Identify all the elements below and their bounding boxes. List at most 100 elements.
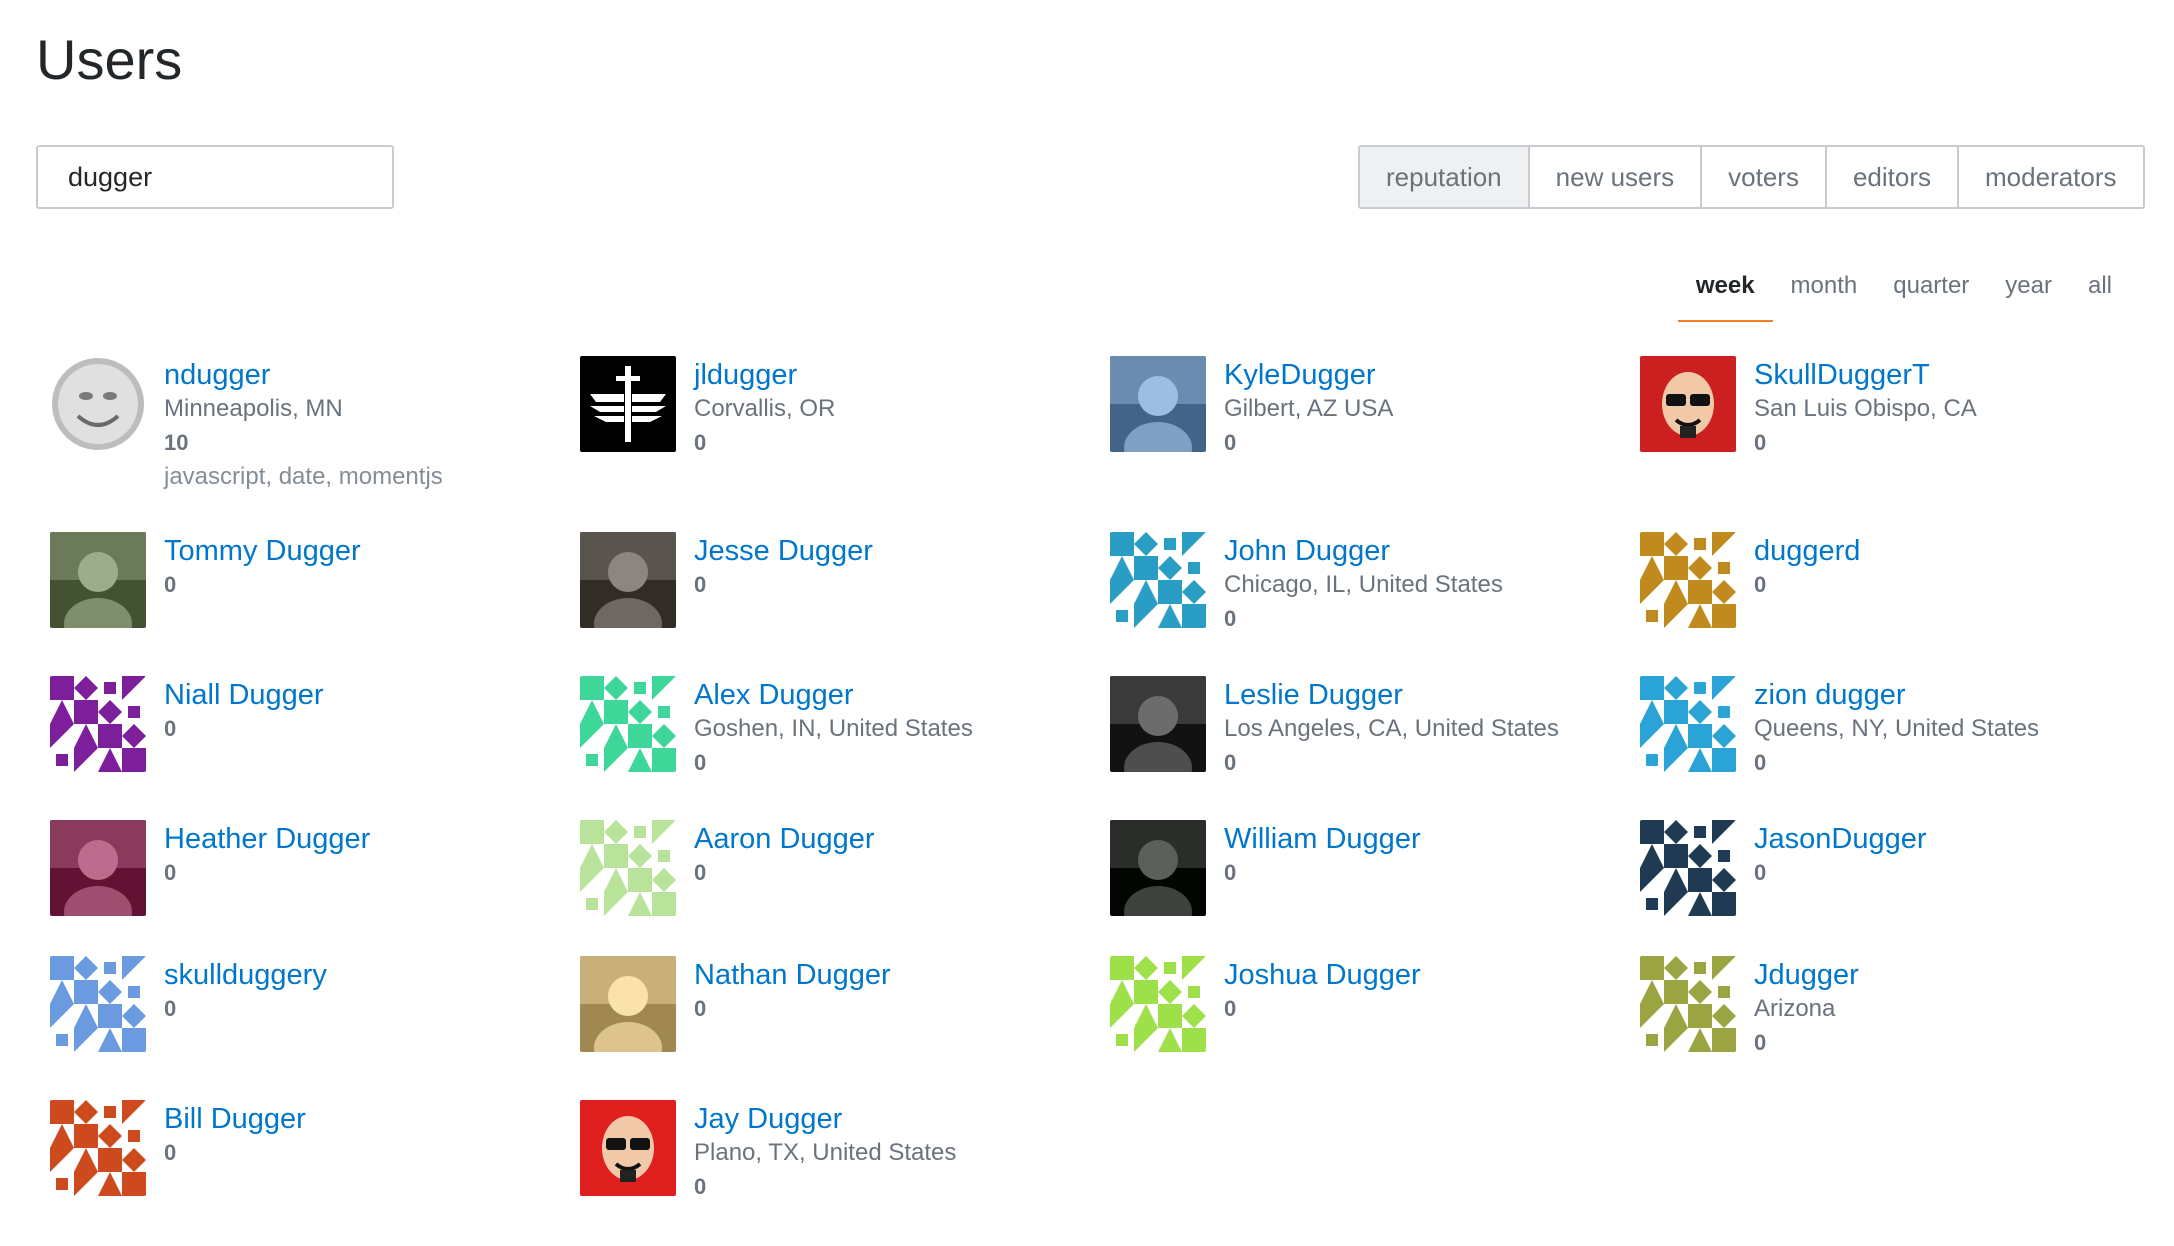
identicon-avatar[interactable] xyxy=(50,956,146,1052)
identicon-avatar[interactable] xyxy=(1110,956,1206,1052)
identicon-avatar[interactable] xyxy=(580,820,676,916)
user-name-link[interactable]: ndugger xyxy=(164,358,443,392)
user-name-link[interactable]: KyleDugger xyxy=(1224,358,1393,392)
filter-reputation-button[interactable]: reputation xyxy=(1360,147,1528,207)
user-grid: ndugger Minneapolis, MN 10 javascript, date… xyxy=(50,356,2160,1244)
user-card: Jay Dugger Plano, TX, United States 0 xyxy=(580,1100,1110,1244)
user-details: Heather Dugger 0 xyxy=(164,822,370,890)
photo-avatar[interactable] xyxy=(1110,676,1206,772)
tab-year[interactable]: year xyxy=(1987,268,2070,322)
photo-avatar[interactable] xyxy=(50,820,146,916)
user-card: Niall Dugger 0 xyxy=(50,676,580,820)
user-card: KyleDugger Gilbert, AZ USA 0 xyxy=(1110,356,1640,532)
user-details: Niall Dugger 0 xyxy=(164,678,324,746)
user-card: SkullDuggerT San Luis Obispo, CA 0 xyxy=(1640,356,2160,532)
filter-voters-button[interactable]: voters xyxy=(1700,147,1825,207)
user-details: KyleDugger Gilbert, AZ USA 0 xyxy=(1224,358,1393,460)
photo-avatar[interactable] xyxy=(1110,356,1206,452)
user-card: Jdugger Arizona 0 xyxy=(1640,956,2160,1100)
user-location: Corvallis, OR xyxy=(694,395,836,422)
user-name-link[interactable]: SkullDuggerT xyxy=(1754,358,1977,392)
user-details: jldugger Corvallis, OR 0 xyxy=(694,358,835,460)
user-location: San Luis Obispo, CA xyxy=(1754,395,1977,422)
filter-moderators-button[interactable]: moderators xyxy=(1957,147,2143,207)
user-name-link[interactable]: Heather Dugger xyxy=(164,822,370,856)
user-name-link[interactable]: Niall Dugger xyxy=(164,678,324,712)
user-card: Leslie Dugger Los Angeles, CA, United Sta… xyxy=(1110,676,1640,820)
user-name-link[interactable]: Jay Dugger xyxy=(694,1102,956,1136)
user-name-link[interactable]: zion dugger xyxy=(1754,678,2039,712)
user-details: ndugger Minneapolis, MN 10 javascript, date… xyxy=(164,358,443,494)
user-details: JasonDugger 0 xyxy=(1754,822,1927,890)
user-name-link[interactable]: duggerd xyxy=(1754,534,1860,568)
user-card: Aaron Dugger 0 xyxy=(580,820,1110,956)
user-reputation: 0 xyxy=(1754,860,1767,885)
user-card: ndugger Minneapolis, MN 10 javascript, date… xyxy=(50,356,580,532)
user-name-link[interactable]: skullduggery xyxy=(164,958,327,992)
tab-quarter[interactable]: quarter xyxy=(1875,268,1987,322)
user-name-link[interactable]: Leslie Dugger xyxy=(1224,678,1559,712)
tab-week[interactable]: week xyxy=(1677,268,1773,322)
users-page: Users reputationnew usersvoterseditorsmo… xyxy=(0,0,2174,1246)
user-name-link[interactable]: Aaron Dugger xyxy=(694,822,875,856)
user-details: Bill Dugger 0 xyxy=(164,1102,306,1170)
winged-sword-avatar[interactable] xyxy=(580,356,676,452)
user-location: Chicago, IL, United States xyxy=(1224,571,1503,598)
user-reputation: 0 xyxy=(164,572,177,597)
tab-all[interactable]: all xyxy=(2070,268,2130,322)
user-location: Arizona xyxy=(1754,995,1836,1022)
identicon-avatar[interactable] xyxy=(1110,532,1206,628)
user-details: Nathan Dugger 0 xyxy=(694,958,891,1026)
user-name-link[interactable]: Jesse Dugger xyxy=(694,534,873,568)
user-name-link[interactable]: William Dugger xyxy=(1224,822,1421,856)
user-name-link[interactable]: Nathan Dugger xyxy=(694,958,891,992)
user-reputation: 0 xyxy=(694,572,707,597)
photo-avatar[interactable] xyxy=(50,532,146,628)
photo-avatar[interactable] xyxy=(580,956,676,1052)
user-name-link[interactable]: jldugger xyxy=(694,358,835,392)
identicon-avatar[interactable] xyxy=(1640,820,1736,916)
cartoon-face-avatar[interactable] xyxy=(580,1100,676,1196)
user-name-link[interactable]: Joshua Dugger xyxy=(1224,958,1421,992)
user-card: JasonDugger 0 xyxy=(1640,820,2160,956)
user-details: Jesse Dugger 0 xyxy=(694,534,873,602)
user-reputation: 0 xyxy=(1224,860,1237,885)
user-name-link[interactable]: Bill Dugger xyxy=(164,1102,306,1136)
user-name-link[interactable]: JasonDugger xyxy=(1754,822,1927,856)
tab-month[interactable]: month xyxy=(1773,268,1876,322)
filter-editors-button[interactable]: editors xyxy=(1824,147,1958,207)
cartoon-face-avatar[interactable] xyxy=(1640,356,1736,452)
identicon-avatar[interactable] xyxy=(1640,956,1736,1052)
user-filter-tabs: reputation new users voters editors moderato… xyxy=(1358,145,2145,209)
user-details: Joshua Dugger 0 xyxy=(1224,958,1421,1026)
user-details: William Dugger 0 xyxy=(1224,822,1421,890)
user-reputation: 0 xyxy=(1224,750,1237,775)
user-card: Tommy Dugger 0 xyxy=(50,532,580,676)
user-reputation: 0 xyxy=(1224,996,1237,1021)
user-name-link[interactable]: Jdugger xyxy=(1754,958,1859,992)
user-search-input[interactable] xyxy=(36,145,394,209)
photo-avatar[interactable] xyxy=(580,532,676,628)
user-name-link[interactable]: Tommy Dugger xyxy=(164,534,361,568)
user-name-link[interactable]: Alex Dugger xyxy=(694,678,973,712)
filter-new-users-button[interactable]: new users xyxy=(1527,147,1701,207)
identicon-avatar[interactable] xyxy=(580,676,676,772)
photo-avatar[interactable] xyxy=(1110,820,1206,916)
identicon-avatar[interactable] xyxy=(50,1100,146,1196)
identicon-avatar[interactable] xyxy=(1640,532,1736,628)
identicon-avatar[interactable] xyxy=(50,676,146,772)
user-tags: javascript, date, momentjs xyxy=(164,463,443,490)
user-reputation: 0 xyxy=(694,750,707,775)
moon-face-avatar[interactable] xyxy=(50,356,146,452)
user-location: Gilbert, AZ USA xyxy=(1224,395,1394,422)
user-name-link[interactable]: John Dugger xyxy=(1224,534,1503,568)
user-card: Nathan Dugger 0 xyxy=(580,956,1110,1100)
page-title: Users xyxy=(36,28,183,91)
user-card: skullduggery 0 xyxy=(50,956,580,1100)
user-reputation: 10 xyxy=(164,430,189,455)
identicon-avatar[interactable] xyxy=(1640,676,1736,772)
user-card: Jesse Dugger 0 xyxy=(580,532,1110,676)
user-reputation: 0 xyxy=(1224,606,1237,631)
user-details: Tommy Dugger 0 xyxy=(164,534,361,602)
user-details: skullduggery 0 xyxy=(164,958,327,1026)
